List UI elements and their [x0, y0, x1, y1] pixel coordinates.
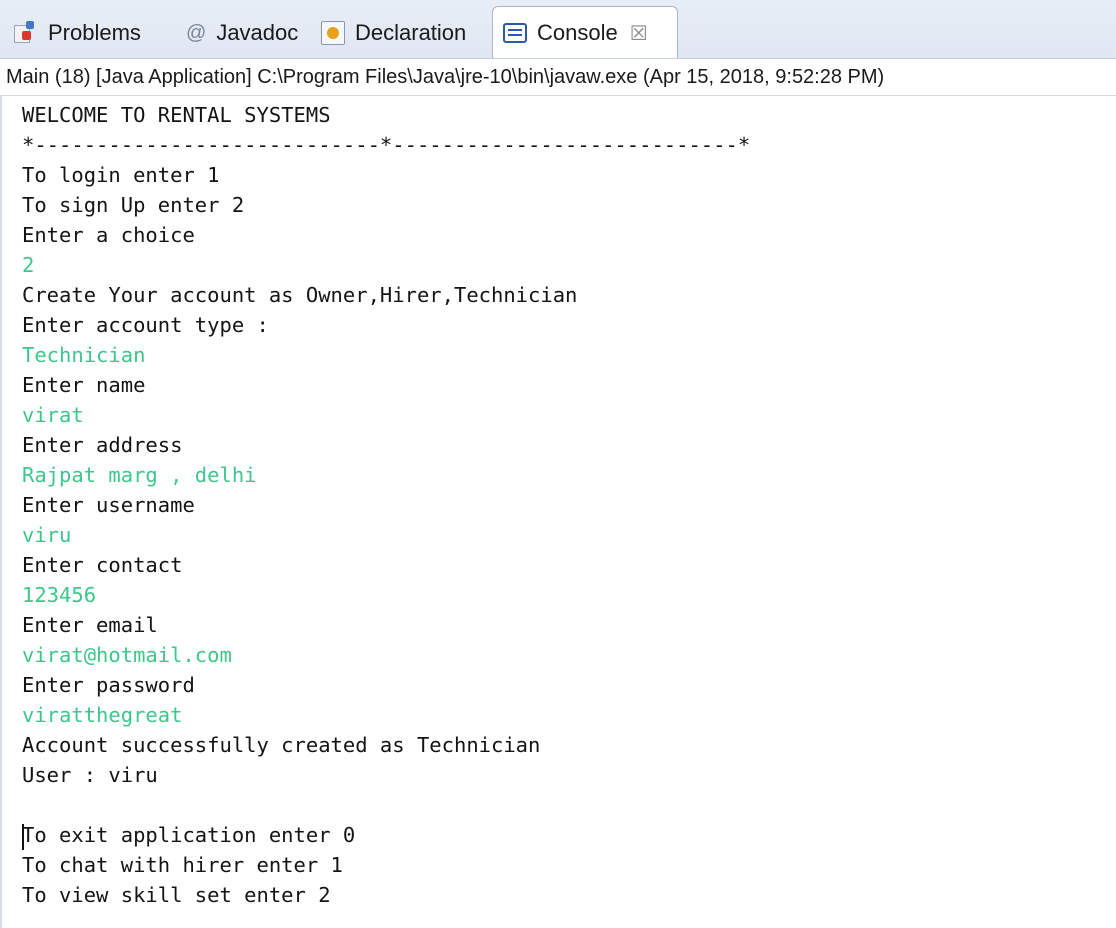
problems-icon	[14, 21, 38, 45]
console-icon	[503, 23, 527, 43]
console-output-line: Enter name	[22, 373, 146, 397]
console-input-line: viratthegreat	[22, 703, 183, 727]
console-input-line: Rajpat marg , delhi	[22, 463, 257, 487]
console-input-line: virat@hotmail.com	[22, 643, 232, 667]
console-output-line: WELCOME TO RENTAL SYSTEMS	[22, 103, 331, 127]
console-output-line: User : viru	[22, 763, 158, 787]
tab-declaration-label: Declaration	[355, 20, 467, 45]
console-output-line: Enter account type :	[22, 313, 269, 337]
console-output-line: To login enter 1	[22, 163, 220, 187]
close-icon[interactable]: ☒	[630, 21, 648, 46]
console-output-line: Enter password	[22, 673, 195, 697]
console-output-line: To exit application enter 0	[22, 823, 356, 847]
console-output-line: Enter email	[22, 613, 158, 637]
tab-problems[interactable]: Problems	[14, 8, 141, 58]
console-input-line: 2	[22, 253, 35, 277]
console-output-line: To sign Up enter 2	[22, 193, 245, 217]
console-input-line: virat	[22, 403, 84, 427]
console-output-line: Enter username	[22, 493, 195, 517]
tab-javadoc-label: Javadoc	[216, 20, 299, 45]
console-output-line: Account successfully created as Technici…	[22, 733, 541, 757]
console-output-line: Enter address	[22, 433, 183, 457]
declaration-icon	[321, 21, 345, 45]
tab-javadoc[interactable]: @ Javadoc	[186, 8, 298, 58]
console-output-line: Enter contact	[22, 553, 183, 577]
tab-declaration[interactable]: Declaration	[321, 8, 466, 58]
tab-console-label: Console	[537, 20, 618, 45]
console-output-line: To view skill set enter 2	[22, 883, 331, 907]
console-header: Main (18) [Java Application] C:\Program …	[0, 58, 1116, 96]
console-output-line: Create Your account as Owner,Hirer,Techn…	[22, 283, 578, 307]
console-input-line: 123456	[22, 583, 97, 607]
tab-console[interactable]: Console ☒	[492, 6, 678, 59]
console-output-line: To chat with hirer enter 1	[22, 853, 343, 877]
console-output-line: Enter a choice	[22, 223, 195, 247]
console-output[interactable]: WELCOME TO RENTAL SYSTEMS *--------------…	[0, 96, 1116, 928]
at-icon: @	[186, 21, 207, 44]
console-input-line: viru	[22, 523, 72, 547]
console-input-line: Technician	[22, 343, 146, 367]
text-caret	[22, 824, 24, 850]
tab-problems-label: Problems	[48, 20, 141, 45]
console-output-line: *----------------------------*----------…	[22, 133, 751, 157]
view-tab-bar: Problems @ Javadoc Declaration Console ☒	[0, 0, 1116, 59]
